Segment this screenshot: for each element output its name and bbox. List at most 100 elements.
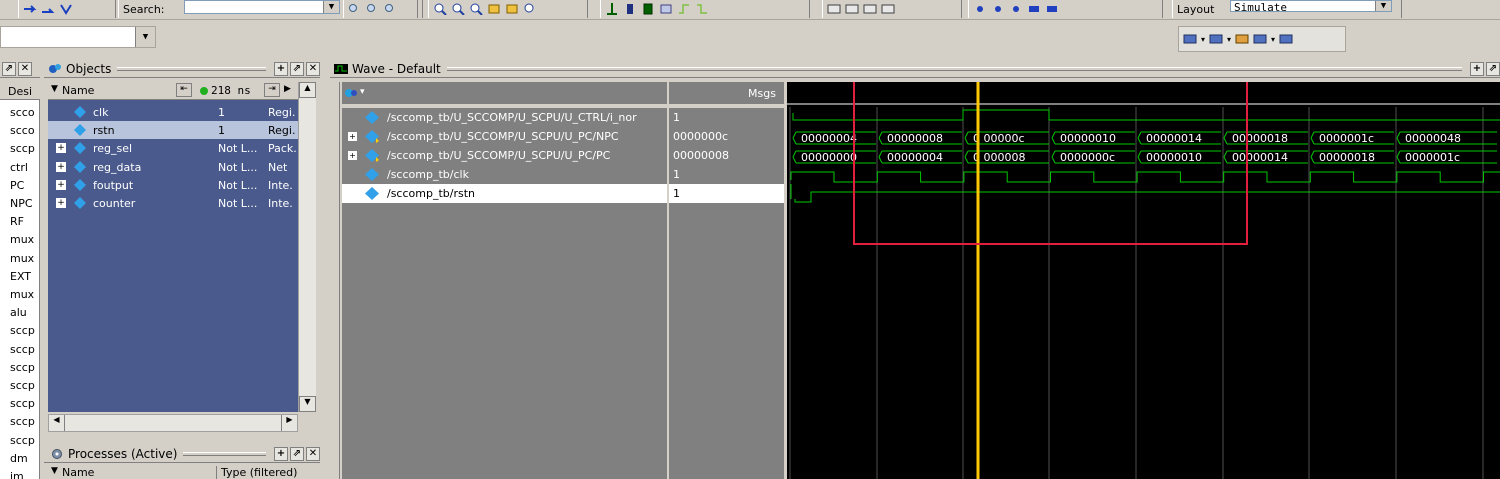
add-icon[interactable]: + bbox=[274, 61, 288, 76]
memory-view-icon[interactable] bbox=[881, 3, 895, 15]
objects-hscrollbar[interactable]: ◀ ▶ bbox=[48, 414, 298, 432]
objects-name-col[interactable]: Name bbox=[62, 84, 94, 97]
list-view-icon[interactable] bbox=[845, 3, 859, 15]
object-row-counter[interactable]: + counter Not L... Inte. bbox=[48, 194, 298, 212]
design-item[interactable]: sccp bbox=[10, 415, 35, 428]
delete-cursor-icon[interactable] bbox=[623, 3, 637, 15]
scroll-down-icon[interactable]: ▼ bbox=[299, 396, 316, 412]
instance-top-icon[interactable] bbox=[1235, 33, 1249, 45]
sort-icon[interactable]: ▼ bbox=[51, 84, 58, 94]
signal-expand-icon[interactable] bbox=[991, 3, 1005, 15]
layout-dropdown-icon[interactable]: ▼ bbox=[1375, 1, 1391, 11]
dataflow-view-icon[interactable] bbox=[863, 3, 877, 15]
design-item[interactable]: sccp bbox=[10, 142, 35, 155]
scroll-right-icon[interactable]: ▶ bbox=[281, 415, 297, 431]
wave-signal-row[interactable]: /sccomp_tb/U_SCCOMP/U_SCPU/U_CTRL/i_nor bbox=[342, 108, 667, 127]
zoom-in-icon[interactable] bbox=[433, 3, 447, 16]
object-row-reg_data[interactable]: + reg_data Not L... Net bbox=[48, 158, 298, 176]
search-dropdown-icon[interactable]: ▼ bbox=[323, 1, 339, 13]
instance-prev-icon[interactable] bbox=[1253, 33, 1267, 45]
object-row-clk[interactable]: clk 1 Regi. bbox=[48, 103, 298, 121]
design-col-header[interactable]: Desi bbox=[0, 82, 40, 100]
design-item[interactable]: sccp bbox=[10, 434, 35, 447]
design-item[interactable]: NPC bbox=[10, 197, 33, 210]
objects-vscrollbar[interactable]: ▲ ▼ bbox=[298, 82, 316, 412]
scroll-right-icon[interactable]: ▶ bbox=[284, 84, 291, 94]
zoom-last-icon[interactable] bbox=[523, 3, 537, 15]
wave-canvas[interactable]: 00000004 00000008 0 00000c 00000010 00000014… bbox=[787, 63, 1500, 479]
design-item[interactable]: sccp bbox=[10, 361, 35, 374]
design-item[interactable]: mux bbox=[10, 233, 34, 246]
design-combo[interactable]: ▼ bbox=[0, 26, 156, 48]
wave-signal-row[interactable]: + /sccomp_tb/U_SCCOMP/U_SCPU/U_PC/NPC bbox=[342, 127, 667, 146]
design-item[interactable]: scco bbox=[10, 124, 35, 137]
design-item[interactable]: ctrl bbox=[10, 161, 28, 174]
sort-icon[interactable]: ▼ bbox=[51, 466, 58, 476]
zoom-full-icon[interactable] bbox=[469, 3, 483, 16]
step-over-icon[interactable] bbox=[41, 3, 55, 15]
design-item[interactable]: sccp bbox=[10, 397, 35, 410]
add-icon[interactable]: + bbox=[274, 446, 288, 461]
object-row-rstn[interactable]: rstn 1 Regi. bbox=[48, 121, 298, 140]
expand-icon[interactable]: + bbox=[56, 143, 66, 154]
zoom-cursor-icon[interactable] bbox=[487, 3, 501, 15]
step-out-icon[interactable] bbox=[59, 3, 73, 15]
next-edge-icon[interactable] bbox=[695, 3, 709, 15]
waveform-plot[interactable]: 00000004 00000008 0 00000c 00000010 00000014… bbox=[787, 63, 1500, 479]
signal-down-icon[interactable] bbox=[1009, 3, 1023, 15]
design-item[interactable]: mux bbox=[10, 288, 34, 301]
find-next-icon[interactable] bbox=[366, 3, 380, 15]
pane-grip[interactable] bbox=[117, 66, 266, 71]
processes-type-col[interactable]: Type (filtered) bbox=[216, 466, 297, 479]
design-item[interactable]: sccp bbox=[10, 324, 35, 337]
design-item[interactable]: im bbox=[10, 470, 24, 479]
find-icon[interactable] bbox=[348, 3, 362, 15]
undock-icon[interactable]: ⇗ bbox=[2, 61, 16, 76]
find-prev-icon[interactable] bbox=[384, 3, 398, 15]
group-icon[interactable] bbox=[1027, 3, 1041, 15]
wave-tools-icon[interactable] bbox=[344, 87, 358, 99]
close-icon[interactable]: ✕ bbox=[306, 61, 320, 76]
instance-next-icon[interactable] bbox=[1279, 33, 1293, 45]
object-row-reg_sel[interactable]: + reg_sel Not L... Pack. bbox=[48, 139, 298, 157]
zoom-out-icon[interactable] bbox=[451, 3, 465, 16]
scroll-up-icon[interactable]: ▲ bbox=[299, 82, 316, 98]
design-item[interactable]: sccp bbox=[10, 343, 35, 356]
design-item[interactable]: mux bbox=[10, 252, 34, 265]
design-item[interactable]: EXT bbox=[10, 270, 31, 283]
dropdown-arrow-icon[interactable]: ▾ bbox=[360, 87, 365, 97]
edge-icon[interactable] bbox=[659, 3, 673, 15]
instance-down-icon[interactable] bbox=[1209, 33, 1223, 45]
design-item[interactable]: alu bbox=[10, 306, 27, 319]
processes-name-col[interactable]: Name bbox=[62, 466, 94, 479]
design-item[interactable]: RF bbox=[10, 215, 24, 228]
design-item[interactable]: scco bbox=[10, 106, 35, 119]
zoom-range-icon[interactable] bbox=[505, 3, 519, 15]
design-item[interactable]: sccp bbox=[10, 379, 35, 392]
layout-select[interactable]: Simulate ▼ bbox=[1230, 0, 1392, 14]
instance-up-icon[interactable] bbox=[1183, 33, 1197, 45]
expand-icon[interactable]: + bbox=[56, 198, 66, 208]
expand-icon[interactable]: + bbox=[56, 179, 66, 190]
design-item[interactable]: PC bbox=[10, 179, 24, 192]
prev-edge-icon[interactable] bbox=[677, 3, 691, 15]
wave-signal-row[interactable]: /sccomp_tb/rstn bbox=[342, 184, 667, 203]
ungroup-icon[interactable] bbox=[1045, 3, 1059, 15]
pane-grip[interactable] bbox=[183, 451, 266, 456]
close-icon[interactable]: ✕ bbox=[18, 61, 32, 76]
expand-icon[interactable]: + bbox=[56, 161, 66, 172]
search-input[interactable]: ▼ bbox=[184, 0, 340, 14]
lock-cursor-icon[interactable] bbox=[641, 3, 655, 15]
time-step-icon[interactable]: ⇥ bbox=[264, 83, 280, 97]
scroll-left-icon[interactable]: ◀ bbox=[49, 415, 65, 431]
wave-signal-row[interactable]: + /sccomp_tb/U_SCCOMP/U_SCPU/U_PC/PC bbox=[342, 146, 667, 165]
object-row-foutput[interactable]: + foutput Not L... Inte. bbox=[48, 176, 298, 194]
wave-signal-row[interactable]: /sccomp_tb/clk bbox=[342, 165, 667, 184]
signal-up-icon[interactable] bbox=[973, 3, 987, 15]
pane-grip[interactable] bbox=[446, 66, 1462, 71]
wave-view-icon[interactable] bbox=[827, 3, 841, 15]
filter-icon[interactable]: ⇤ bbox=[176, 83, 192, 97]
design-combo-dropdown-icon[interactable]: ▼ bbox=[135, 27, 155, 47]
undock-icon[interactable]: ⇗ bbox=[1486, 61, 1500, 76]
undock-icon[interactable]: ⇗ bbox=[290, 446, 304, 461]
